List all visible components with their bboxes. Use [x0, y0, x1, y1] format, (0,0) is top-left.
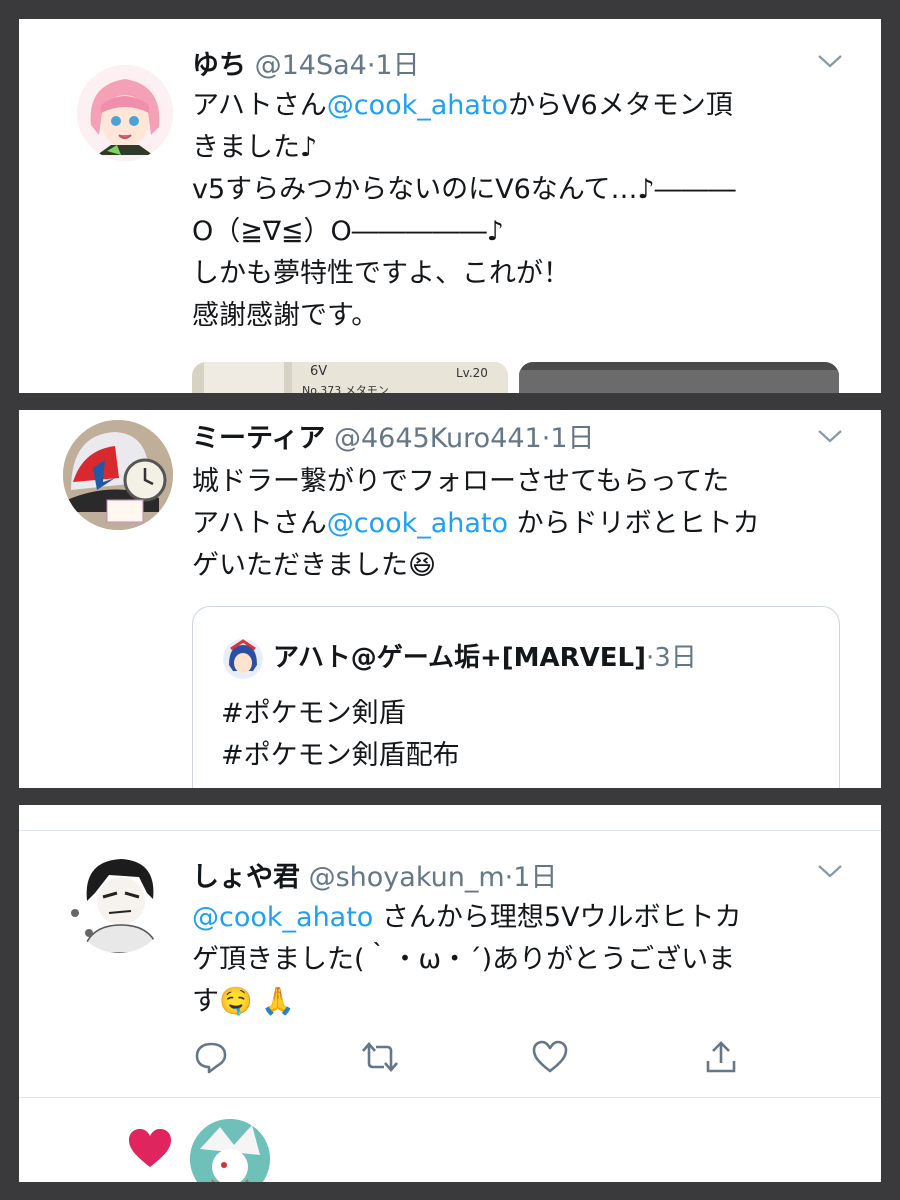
retweet-icon[interactable]: [360, 1039, 400, 1075]
tweet-panel-2: ミーティア @4645Kuro441·1日 城ドラー繋がりでフォローさせてもらっ…: [19, 410, 881, 788]
tweet-text-part: アハトさん: [192, 90, 327, 121]
user-handle[interactable]: @shoyakun_m: [309, 862, 505, 893]
heart-icon: [129, 1129, 171, 1167]
display-name[interactable]: しょや君: [192, 862, 300, 893]
tweet-text: 城ドラー繋がりでフォローさせてもらってた アハトさん@cook_ahato から…: [192, 461, 760, 587]
chevron-down-icon[interactable]: [817, 428, 843, 444]
quoted-tweet[interactable]: アハト@ゲーム垢+[MARVEL]·3日 #ポケモン剣盾 #ポケモン剣盾配布: [192, 606, 840, 788]
avatar-shoyakun[interactable]: [69, 853, 169, 953]
chevron-down-icon[interactable]: [817, 863, 843, 879]
separator-dot: ·: [504, 862, 514, 893]
divider: [19, 1097, 881, 1098]
tweet-header: しょや君 @shoyakun_m·1日: [192, 855, 557, 894]
quoted-tweet-header: アハト@ゲーム垢+[MARVEL]·3日: [223, 637, 697, 679]
like-icon[interactable]: [531, 1039, 569, 1075]
user-handle[interactable]: @14Sa4: [255, 50, 367, 81]
tweet-header: ゆち @14Sa4·1日: [192, 43, 420, 82]
quoted-timestamp[interactable]: 3日: [654, 643, 697, 673]
reply-icon[interactable]: [193, 1039, 229, 1075]
share-icon[interactable]: [703, 1039, 739, 1075]
timestamp[interactable]: 1日: [513, 862, 557, 893]
tweet-text: アハトさん@cook_ahatoからV6メタモン頂 きました♪ v5すらみつから…: [192, 85, 736, 337]
quoted-tweet-text: #ポケモン剣盾 #ポケモン剣盾配布: [221, 698, 460, 771]
separator-dot: ·: [645, 643, 655, 673]
tweet-panel-1: ゆち @14Sa4·1日 アハトさん@cook_ahatoからV6メタモン頂 き…: [19, 19, 881, 393]
chevron-down-icon[interactable]: [817, 53, 843, 69]
media-level: Lv.20: [456, 366, 488, 380]
timestamp[interactable]: 1日: [375, 50, 419, 81]
timestamp[interactable]: 1日: [550, 423, 594, 454]
media-image-left[interactable]: 6V Lv.20 No.373 メタモン: [192, 362, 508, 393]
tweet-text-part: からV6メタモン頂 きました♪ v5すらみつからないのにV6なんて…♪――― O…: [192, 90, 736, 331]
tweet-panel-3: しょや君 @shoyakun_m·1日 @cook_ahato さんから理想5V…: [19, 805, 881, 1182]
user-handle[interactable]: @4645Kuro441: [334, 423, 542, 454]
display-name[interactable]: ゆち: [192, 50, 246, 81]
mention-link[interactable]: @cook_ahato: [327, 90, 508, 121]
media-image-right[interactable]: [519, 362, 839, 393]
liked-by-avatar[interactable]: [190, 1119, 270, 1182]
media-badge: 6V: [310, 364, 328, 379]
avatar-meteor[interactable]: [63, 420, 173, 530]
quoted-avatar[interactable]: [223, 638, 263, 679]
avatar-yuchi[interactable]: [77, 65, 173, 161]
mention-link[interactable]: @cook_ahato: [192, 902, 373, 933]
display-name[interactable]: ミーティア: [192, 423, 325, 454]
tweet-header: ミーティア @4645Kuro441·1日: [192, 416, 595, 455]
media-line: No.373 メタモン: [302, 384, 389, 393]
mention-link[interactable]: @cook_ahato: [327, 508, 508, 539]
divider: [19, 830, 881, 831]
tweet-text: @cook_ahato さんから理想5Vウルボヒトカ ゲ頂きました(｀・ω・´)…: [192, 897, 742, 1023]
quoted-display-name[interactable]: アハト@ゲーム垢+[MARVEL]: [273, 643, 646, 673]
